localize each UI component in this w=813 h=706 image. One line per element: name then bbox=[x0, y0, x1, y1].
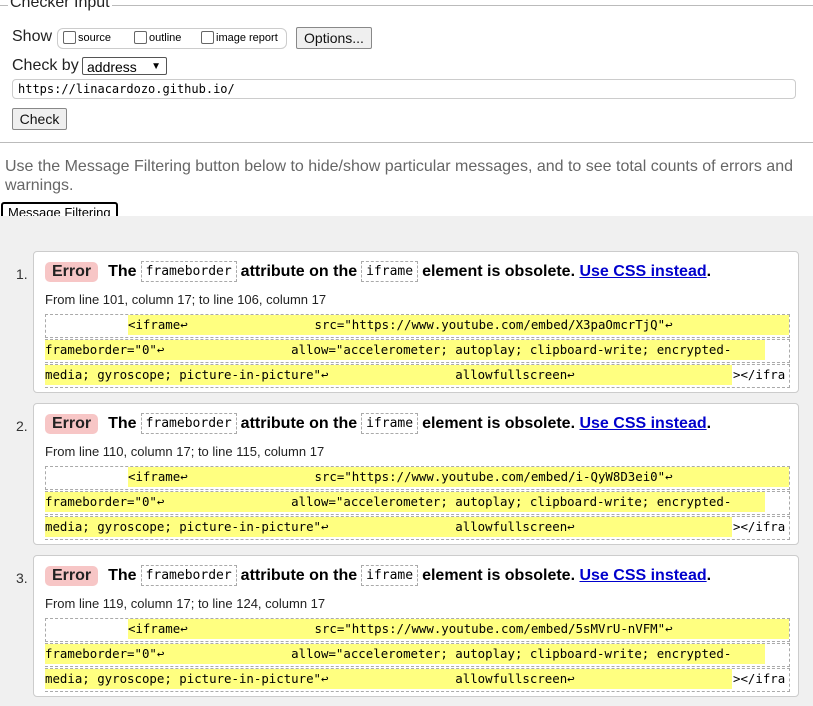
code-line-end: ></ifra bbox=[733, 671, 786, 686]
error-badge: Error bbox=[45, 413, 99, 434]
message-item: 3. Error The frameborder attribute on th… bbox=[16, 555, 799, 697]
code-line: <iframe↩ src="https://www.youtube.com/em… bbox=[128, 315, 789, 335]
element-code: iframe bbox=[361, 261, 419, 282]
source-checkbox[interactable]: source bbox=[63, 31, 111, 44]
code-line-end: ></ifra bbox=[733, 519, 786, 534]
code-line: frameborder="0"↩ allow="accelerometer; a… bbox=[45, 644, 765, 664]
message-location: From line 101, column 17; to line 106, c… bbox=[45, 292, 327, 307]
message-location: From line 110, column 17; to line 115, c… bbox=[45, 444, 325, 459]
code-extract: <iframe↩ src="https://www.youtube.com/em… bbox=[45, 618, 790, 693]
element-code: iframe bbox=[361, 413, 419, 434]
use-css-link[interactable]: Use CSS instead bbox=[579, 567, 706, 585]
code-line: media; gyroscope; picture-in-picture"↩ a… bbox=[45, 669, 732, 689]
attribute-code: frameborder bbox=[140, 565, 237, 586]
filtering-info: Use the Message Filtering button below t… bbox=[5, 158, 793, 194]
check-by-label: Check by bbox=[12, 57, 79, 74]
code-extract: <iframe↩ src="https://www.youtube.com/em… bbox=[45, 314, 790, 389]
check-button[interactable]: Check bbox=[12, 108, 67, 130]
error-badge: Error bbox=[45, 261, 99, 282]
message-number: 1. bbox=[16, 266, 28, 282]
chevron-down-icon: ▼ bbox=[151, 61, 161, 72]
use-css-link[interactable]: Use CSS instead bbox=[579, 415, 706, 433]
use-css-link[interactable]: Use CSS instead bbox=[579, 263, 706, 281]
message-number: 2. bbox=[16, 418, 28, 434]
code-line: frameborder="0"↩ allow="accelerometer; a… bbox=[45, 492, 765, 512]
attribute-code: frameborder bbox=[140, 413, 237, 434]
code-line: media; gyroscope; picture-in-picture"↩ a… bbox=[45, 365, 732, 385]
code-extract: <iframe↩ src="https://www.youtube.com/em… bbox=[45, 466, 790, 541]
show-options-group: source outline image report bbox=[57, 28, 287, 49]
message-location: From line 119, column 17; to line 124, c… bbox=[45, 596, 326, 611]
message-heading: Error The frameborder attribute on the i… bbox=[45, 565, 711, 586]
results-list: 1. Error The frameborder attribute on th… bbox=[0, 216, 813, 706]
outline-checkbox[interactable]: outline bbox=[134, 31, 181, 44]
message-heading: Error The frameborder attribute on the i… bbox=[45, 413, 711, 434]
options-button[interactable]: Options... bbox=[296, 27, 372, 49]
attribute-code: frameborder bbox=[140, 261, 237, 282]
fieldset-legend: Checker Input bbox=[8, 0, 112, 12]
url-input[interactable]: https://linacardozo.github.io/ bbox=[12, 79, 796, 99]
checkbox-icon[interactable] bbox=[134, 31, 147, 44]
code-line: <iframe↩ src="https://www.youtube.com/em… bbox=[128, 467, 789, 487]
code-line: <iframe↩ src="https://www.youtube.com/em… bbox=[128, 619, 789, 639]
code-line: frameborder="0"↩ allow="accelerometer; a… bbox=[45, 340, 765, 360]
message-heading: Error The frameborder attribute on the i… bbox=[45, 261, 711, 282]
image-report-checkbox[interactable]: image report bbox=[201, 31, 278, 44]
checkbox-icon[interactable] bbox=[63, 31, 76, 44]
error-badge: Error bbox=[45, 565, 99, 586]
check-by-select[interactable]: address ▼ bbox=[82, 57, 167, 75]
code-line-end: ></ifra bbox=[733, 367, 786, 382]
message-item: 2. Error The frameborder attribute on th… bbox=[16, 403, 799, 545]
message-item: 1. Error The frameborder attribute on th… bbox=[16, 251, 799, 393]
show-label: Show bbox=[12, 28, 53, 45]
element-code: iframe bbox=[361, 565, 419, 586]
code-line: media; gyroscope; picture-in-picture"↩ a… bbox=[45, 517, 732, 537]
message-number: 3. bbox=[16, 570, 28, 586]
checkbox-icon[interactable] bbox=[201, 31, 214, 44]
